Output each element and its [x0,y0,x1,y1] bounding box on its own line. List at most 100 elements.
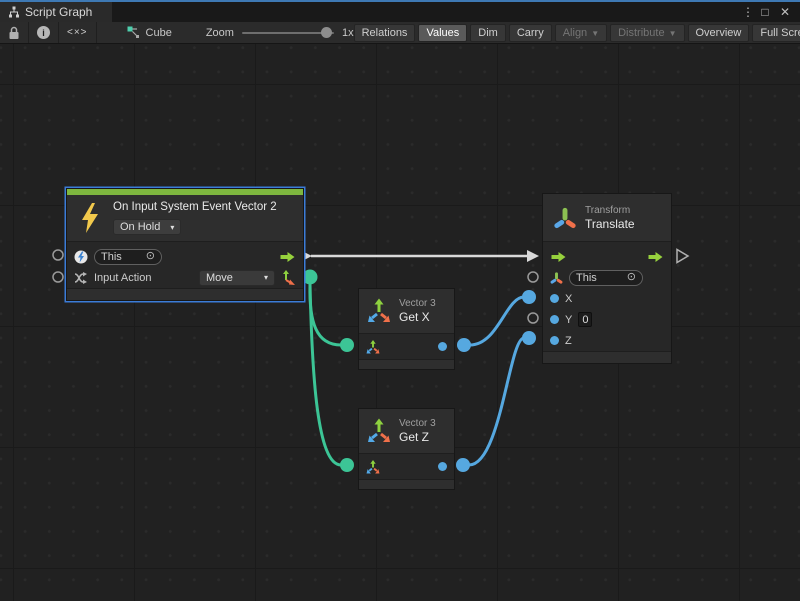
flow-out-arrow-icon[interactable] [647,251,664,263]
port-event-vector2-out[interactable] [303,270,318,285]
graph-hierarchy-icon [8,6,20,18]
node-get-x[interactable]: Vector 3 Get X [358,288,455,370]
getx-port-row [359,333,454,359]
x-port[interactable] [550,294,559,303]
translate-x-row: X [543,288,671,309]
port-getz-out[interactable] [456,458,470,472]
x-label: X [565,293,572,305]
translate-this-field[interactable]: This ⊙ [569,270,643,286]
y-port[interactable] [550,315,559,324]
object-picker-icon[interactable]: ⊙ [146,251,155,262]
script-graph-window: Script Graph ⋮ □ ✕ i <×> Cube [0,0,800,601]
lightning-bolt-icon [79,203,101,233]
y-label: Y [565,314,572,326]
translate-z-row: Z [543,330,671,351]
vector3-port-icon[interactable] [366,340,380,354]
port-translate-flow-out[interactable] [677,250,688,263]
distribute-dropdown[interactable]: Distribute▼ [610,24,684,42]
chevron-down-icon: ▼ [591,29,599,38]
getz-port-row [359,453,454,479]
graph-canvas[interactable]: On Input System Event Vector 2 On Hold ▾… [0,44,800,601]
translate-y-row: Y 0 [543,309,671,330]
event-node-footer [67,288,303,300]
event-mode-dropdown[interactable]: On Hold ▾ [113,219,181,235]
getx-category: Vector 3 [399,297,436,310]
translate-category: Transform [585,204,635,217]
graph-toolbar: i <×> Cube Zoom 1x Relations Values Dim … [0,22,800,44]
event-node-title: On Input System Event Vector 2 [113,201,277,213]
port-getx-out[interactable] [457,338,471,352]
tab-title: Script Graph [25,5,92,19]
zoom-value: 1x [342,27,354,39]
port-getx-in[interactable] [340,338,354,352]
translate-body: This ⊙ X Y 0 Z [543,241,671,351]
info-button[interactable]: i [29,22,59,43]
event-this-row: This ⊙ [67,246,303,267]
port-translate-x-in[interactable] [522,290,536,304]
wire-event-to-getz[interactable] [310,284,341,465]
z-port[interactable] [550,336,559,345]
port-event-action-in[interactable] [53,272,63,282]
flow-wire-end-arrow[interactable] [527,250,539,262]
tab-script-graph[interactable]: Script Graph [0,2,112,22]
port-getz-in[interactable] [340,458,354,472]
port-translate-this-in[interactable] [528,272,538,282]
node-translate[interactable]: Transform Translate [542,193,672,364]
vector2-out-icon[interactable] [281,270,296,285]
zoom-slider[interactable] [242,32,334,34]
view-options: Relations Values Dim Carry Align▼ Distri… [354,22,800,43]
getz-header: Vector 3 Get Z [359,409,454,453]
vector3-port-icon[interactable] [366,460,380,474]
translate-header: Transform Translate [543,194,671,241]
vector3-icon [366,418,392,444]
lock-button[interactable] [0,22,29,43]
wire-event-to-getx[interactable] [310,284,341,345]
transform-icon [553,207,577,229]
event-action-row: Input Action Move ▾ [67,267,303,288]
port-translate-z-in[interactable] [522,331,536,345]
port-event-this-in[interactable] [53,250,63,260]
fullscreen-button[interactable]: Full Screen [752,24,800,42]
align-dropdown[interactable]: Align▼ [555,24,607,42]
maximize-icon[interactable]: □ [758,5,772,19]
zoom-slider-knob[interactable] [321,27,332,38]
translate-titles: Transform Translate [585,204,635,232]
getx-header: Vector 3 Get X [359,289,454,333]
y-value-field[interactable]: 0 [578,312,592,327]
zoom-control: Zoom 1x [206,22,354,43]
flow-out-arrow-icon[interactable] [279,251,296,263]
object-picker-icon[interactable]: ⊙ [627,272,636,283]
tab-bar: Script Graph ⋮ □ ✕ [0,2,800,22]
event-node-body: This ⊙ Input Action [67,241,303,288]
translate-title: Translate [585,217,635,232]
getz-category: Vector 3 [399,417,436,430]
relations-button[interactable]: Relations [354,24,416,42]
flow-in-arrow-icon[interactable] [550,251,567,263]
getz-footer [359,479,454,489]
code-preview-button[interactable]: <×> [59,22,97,43]
event-this-field[interactable]: This ⊙ [94,249,162,265]
getx-title: Get X [399,310,436,325]
input-system-icon [74,250,88,264]
wire-getz-to-z[interactable] [469,338,524,465]
node-get-z[interactable]: Vector 3 Get Z [358,408,455,490]
overview-button[interactable]: Overview [688,24,750,42]
translate-flow-row [543,246,671,267]
node-on-input-system-event[interactable]: On Input System Event Vector 2 On Hold ▾… [66,188,304,301]
close-icon[interactable]: ✕ [778,5,792,19]
window-menu-icon[interactable]: ⋮ [742,5,752,19]
getx-float-out-port[interactable] [438,342,447,351]
action-select[interactable]: Move ▾ [199,270,275,286]
dim-button[interactable]: Dim [470,24,506,42]
carry-button[interactable]: Carry [509,24,552,42]
transform-port-icon[interactable] [550,272,563,284]
input-action-icon [74,272,88,284]
port-translate-y-in[interactable] [528,313,538,323]
event-node-header: On Input System Event Vector 2 On Hold ▾ [67,195,303,241]
chevron-down-icon: ▼ [669,29,677,38]
breadcrumb[interactable]: Cube [127,22,172,43]
getz-float-out-port[interactable] [438,462,447,471]
wire-getx-to-x[interactable] [470,297,524,345]
values-button[interactable]: Values [418,24,467,42]
window-controls: ⋮ □ ✕ [742,2,800,22]
